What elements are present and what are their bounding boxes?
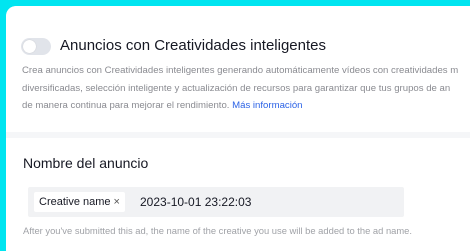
remove-tag-icon[interactable]: ×	[114, 196, 120, 208]
ad-name-section-title: Nombre del anuncio	[23, 155, 149, 171]
description-line: de manera continua para mejorar el rendi…	[22, 97, 470, 115]
description-line: Crea anuncios con Creatividades intelige…	[22, 65, 459, 76]
creative-name-tag: Creative name ×	[34, 192, 125, 212]
more-info-link[interactable]: Más información	[232, 100, 302, 111]
ad-name-date-text[interactable]: 2023-10-01 23:22:03	[140, 195, 251, 209]
smart-creative-title: Anuncios con Creatividades inteligentes	[60, 37, 326, 54]
smart-creative-card: Anuncios con Creatividades inteligentes …	[6, 6, 470, 132]
ad-settings-panel: Anuncios con Creatividades inteligentes …	[6, 6, 470, 251]
description-text: de manera continua para mejorar el rendi…	[22, 100, 230, 111]
ad-name-input[interactable]: Creative name × 2023-10-01 23:22:03	[28, 187, 404, 217]
ad-name-hint: After you've submitted this ad, the name…	[23, 225, 412, 236]
toggle-knob	[23, 40, 36, 53]
description-line: diversificadas, selección inteligente y …	[22, 82, 451, 94]
creative-name-tag-label: Creative name	[39, 196, 111, 208]
smart-creative-description: Crea anuncios con Creatividades intelige…	[22, 62, 470, 115]
smart-creative-toggle[interactable]	[21, 38, 51, 55]
